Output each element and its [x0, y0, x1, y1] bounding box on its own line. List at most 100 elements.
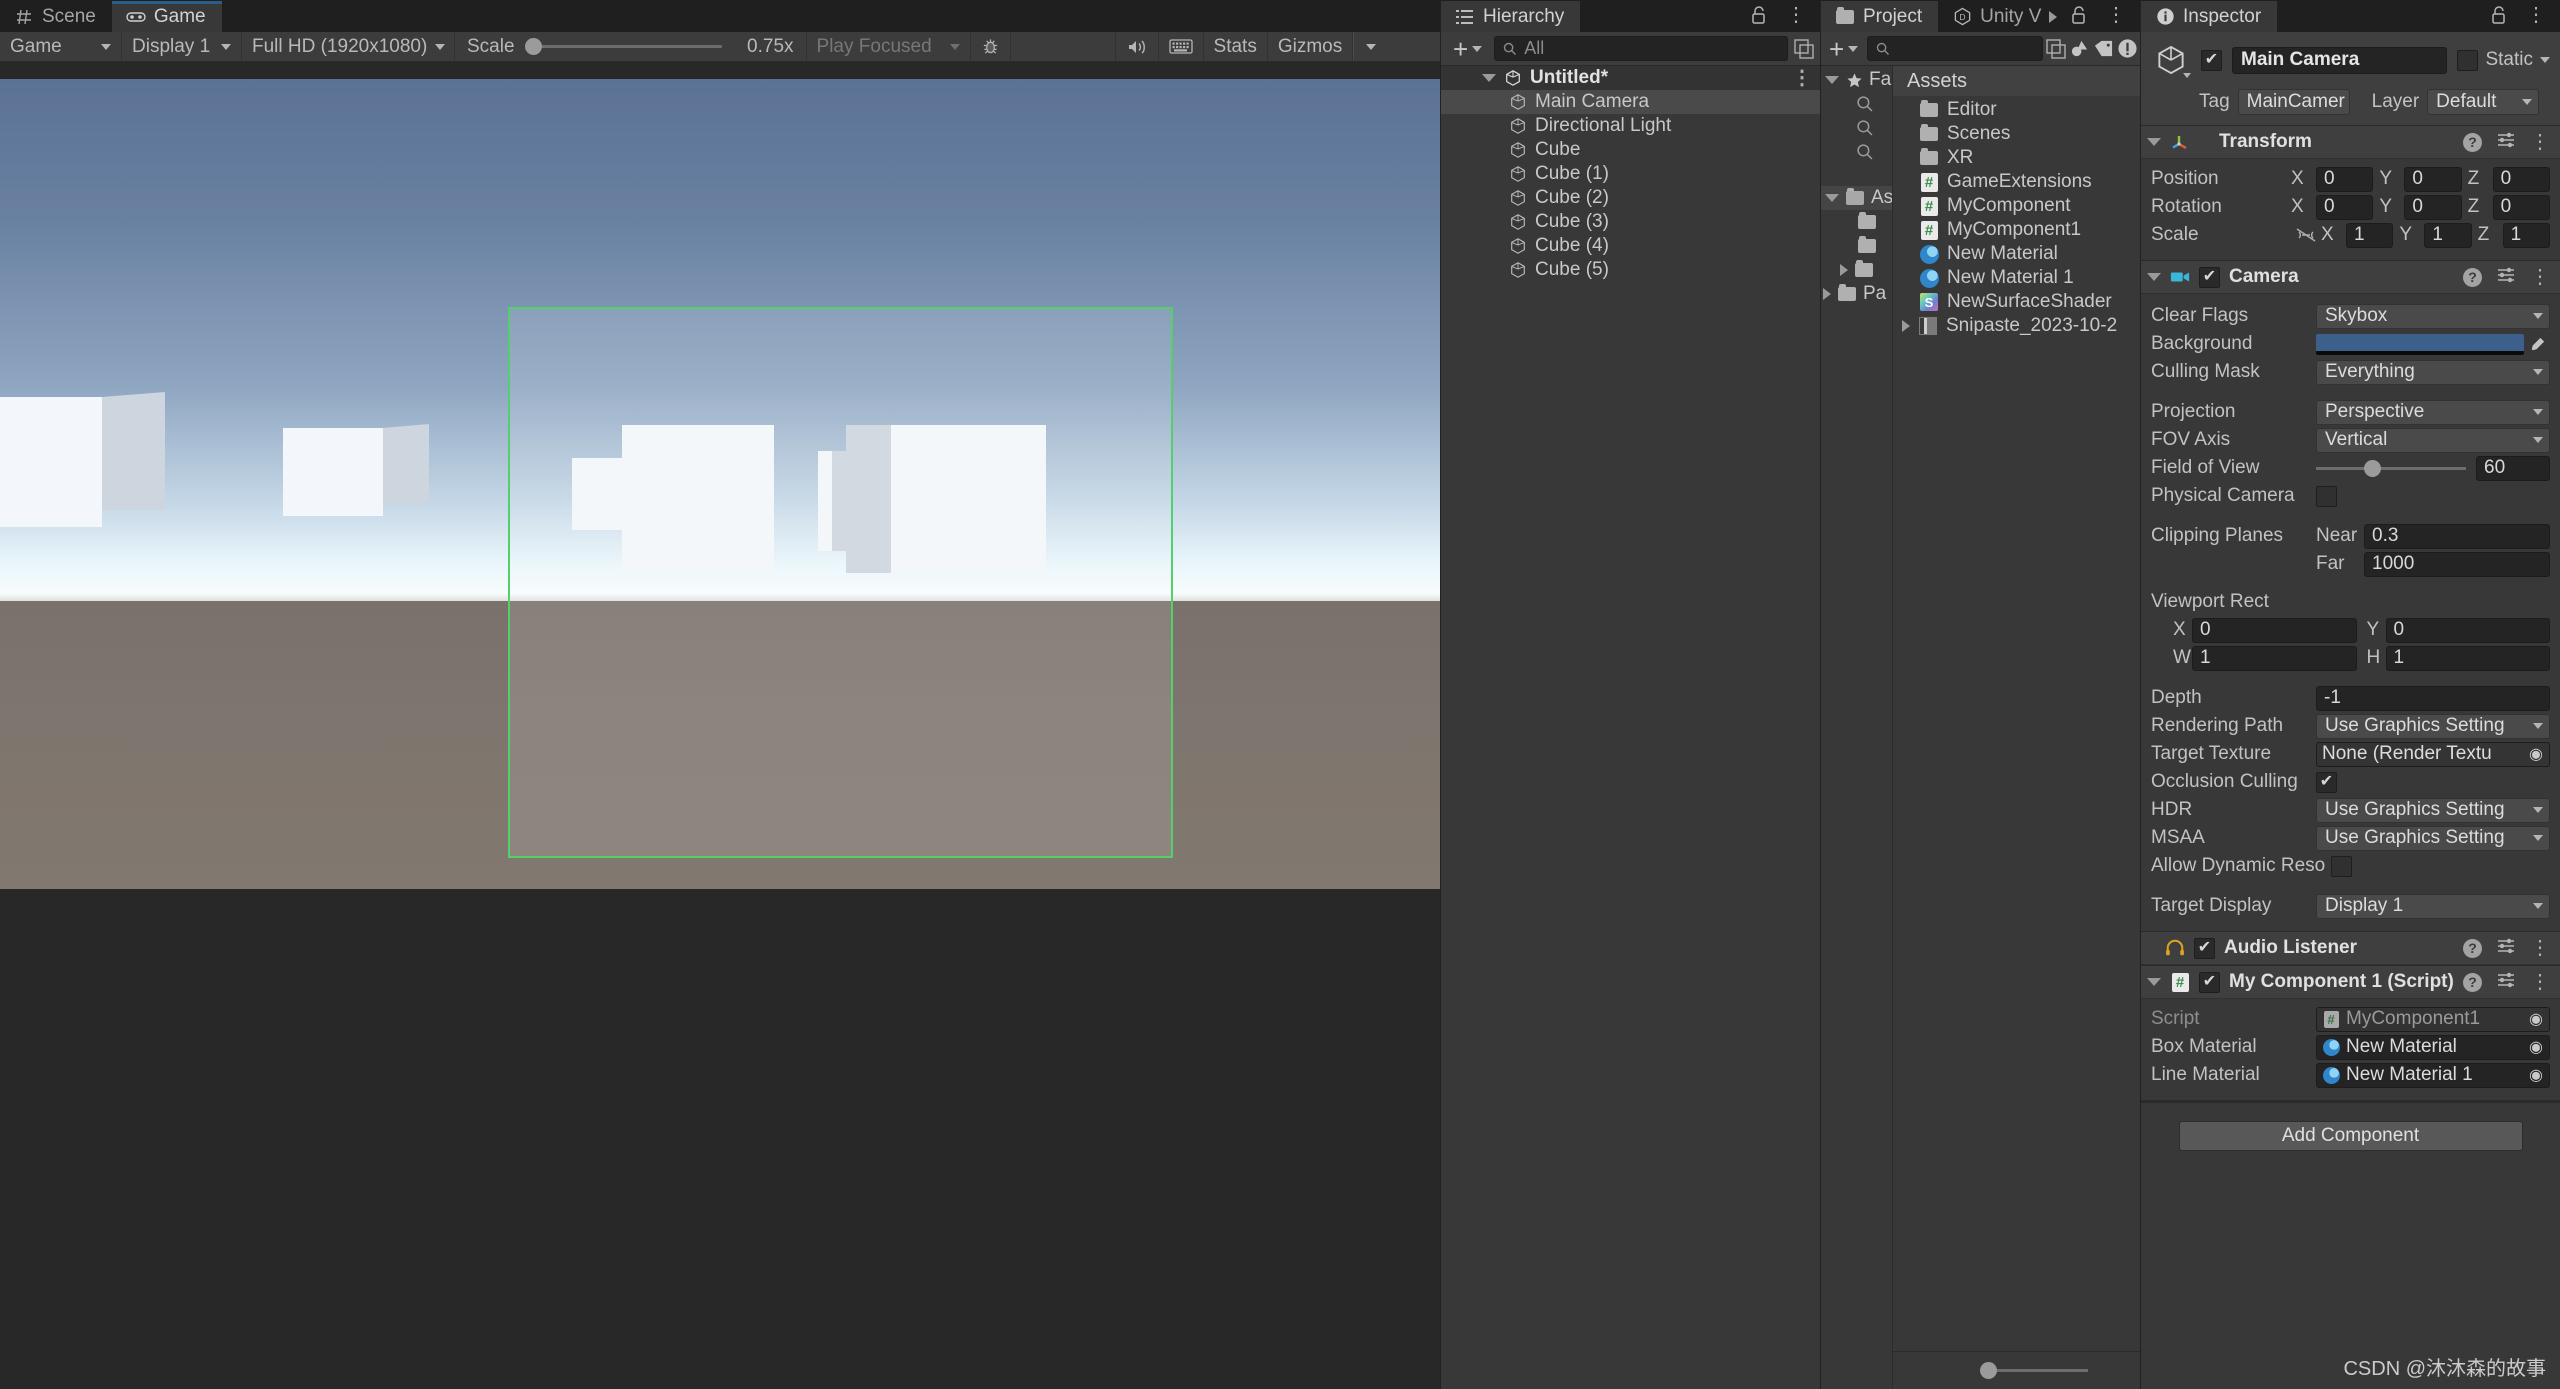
position-z-input[interactable]: 0 [2492, 166, 2550, 192]
camera-enabled-checkbox[interactable]: ✔ [2199, 266, 2220, 288]
my-component-enabled-checkbox[interactable]: ✔ [2199, 971, 2220, 993]
search-by-type-icon[interactable] [2069, 39, 2090, 59]
allow-dynamic-checkbox[interactable]: ✔ [2331, 855, 2352, 877]
hierarchy-tree[interactable]: Untitled* ⋮ Main Camera Directional Ligh… [1441, 66, 1820, 1389]
eyedropper-icon[interactable] [2524, 335, 2550, 354]
search-by-label-icon[interactable] [2093, 39, 2114, 59]
hierarchy-item-directional-light[interactable]: Directional Light [1441, 114, 1820, 138]
project-tree-assets[interactable]: As [1821, 186, 1892, 210]
project-tree-favorites[interactable]: Fa [1821, 68, 1892, 92]
tab-inspector[interactable]: Inspector [2141, 1, 2278, 32]
position-y-input[interactable]: 0 [2404, 166, 2462, 192]
viewport-w-input[interactable]: 1 [2192, 645, 2357, 671]
chevron-down-icon[interactable] [2183, 73, 2191, 78]
preset-icon[interactable] [2496, 970, 2516, 995]
culling-mask-dropdown[interactable]: Everything [2316, 359, 2550, 385]
asset-row-editor[interactable]: Editor [1893, 98, 2140, 122]
gameobject-name-input[interactable]: Main Camera [2232, 46, 2448, 74]
hierarchy-item-cube-4[interactable]: Cube (4) [1441, 234, 1820, 258]
static-checkbox[interactable]: ✔ [2457, 49, 2479, 71]
transform-header[interactable]: Transform ? ⋮ [2141, 126, 2560, 159]
kebab-menu-icon[interactable]: ⋮ [2530, 132, 2550, 152]
preset-icon[interactable] [2496, 265, 2516, 290]
msaa-dropdown[interactable]: Use Graphics Setting [2316, 825, 2550, 851]
hierarchy-scene-root[interactable]: Untitled* ⋮ [1441, 66, 1820, 90]
kebab-menu-icon[interactable]: ⋮ [1786, 5, 1806, 25]
lock-icon[interactable] [2490, 5, 2510, 25]
asset-row-scenes[interactable]: Scenes [1893, 122, 2140, 146]
aspect-ratio-dropdown[interactable]: Game [0, 32, 122, 61]
display-dropdown[interactable]: Display 1 [122, 32, 242, 61]
kebab-menu-icon[interactable]: ⋮ [2530, 972, 2550, 992]
asset-row-new-material[interactable]: New Material [1893, 242, 2140, 266]
scale-slider-handle[interactable] [524, 38, 542, 55]
viewport-h-input[interactable]: 1 [2385, 645, 2550, 671]
target-texture-objectfield[interactable]: None (Render Textu ◉ [2316, 741, 2550, 767]
rotation-z-input[interactable]: 0 [2492, 194, 2550, 220]
chevron-down-icon[interactable] [2540, 57, 2550, 63]
add-component-button[interactable]: Add Component [2178, 1121, 2523, 1151]
preset-icon[interactable] [2496, 936, 2516, 961]
hierarchy-item-cube-1[interactable]: Cube (1) [1441, 162, 1820, 186]
bug-icon-button[interactable] [971, 32, 1011, 61]
rotation-x-input[interactable]: 0 [2316, 194, 2374, 220]
depth-input[interactable]: -1 [2316, 685, 2550, 711]
position-x-input[interactable]: 0 [2316, 166, 2374, 192]
asset-row-mycomponent[interactable]: # MyComponent [1893, 194, 2140, 218]
asset-row-xr[interactable]: XR [1893, 146, 2140, 170]
asset-row-new-material-1[interactable]: New Material 1 [1893, 266, 2140, 290]
gizmos-dropdown[interactable] [1353, 32, 1388, 61]
clear-flags-dropdown[interactable]: Skybox [2316, 303, 2550, 329]
object-picker-icon[interactable]: ◉ [2525, 1064, 2547, 1086]
my-component-header[interactable]: # ✔ My Component 1 (Script) ? ⋮ [2141, 966, 2560, 999]
mute-audio-button[interactable] [1116, 32, 1159, 61]
field-of-view-input[interactable]: 60 [2476, 455, 2550, 481]
tab-hierarchy[interactable]: Hierarchy [1441, 1, 1581, 32]
project-tree-subfolder[interactable] [1821, 234, 1892, 258]
triangle-right-icon[interactable] [2049, 10, 2058, 23]
scrollbar-handle[interactable] [1980, 1362, 1997, 1379]
triangle-down-icon[interactable] [2147, 978, 2161, 986]
project-horizontal-scrollbar[interactable] [1893, 1351, 2140, 1389]
far-input[interactable]: 1000 [2364, 551, 2550, 577]
camera-header[interactable]: ✔ Camera ? ⋮ [2141, 261, 2560, 294]
hierarchy-item-cube[interactable]: Cube [1441, 138, 1820, 162]
kebab-menu-icon[interactable]: ⋮ [1792, 68, 1812, 88]
hierarchy-add-button[interactable]: + [1447, 36, 1488, 62]
triangle-right-icon[interactable] [1840, 264, 1848, 276]
asset-row-mycomponent1[interactable]: # MyComponent1 [1893, 218, 2140, 242]
static-group[interactable]: ✔ Static [2457, 49, 2550, 71]
project-expand-icon[interactable] [2046, 38, 2066, 59]
resolution-dropdown[interactable]: Full HD (1920x1080) [242, 32, 455, 61]
layer-dropdown[interactable]: Default [2427, 89, 2540, 115]
help-icon[interactable]: ? [2463, 132, 2482, 152]
constrain-proportions-icon[interactable] [2291, 225, 2321, 245]
occlusion-culling-checkbox[interactable]: ✔ [2316, 771, 2337, 793]
asset-row-gameextensions[interactable]: # GameExtensions [1893, 170, 2140, 194]
stats-keyboard-button[interactable] [1159, 32, 1204, 61]
asset-list[interactable]: Editor Scenes XR # GameExtensions # MyCo… [1893, 96, 2140, 1351]
object-picker-icon[interactable]: ◉ [2525, 1008, 2547, 1030]
rendering-path-dropdown[interactable]: Use Graphics Setting [2316, 713, 2550, 739]
triangle-right-icon[interactable] [1823, 288, 1831, 300]
rotation-y-input[interactable]: 0 [2404, 194, 2462, 220]
line-material-objectfield[interactable]: New Material 1 ◉ [2316, 1062, 2550, 1088]
scale-x-input[interactable]: 1 [2346, 222, 2394, 248]
triangle-down-icon[interactable] [2147, 273, 2161, 281]
tag-dropdown[interactable]: MainCamer [2237, 89, 2350, 115]
box-material-objectfield[interactable]: New Material ◉ [2316, 1034, 2550, 1060]
scale-z-input[interactable]: 1 [2502, 222, 2550, 248]
project-search-input[interactable] [1867, 36, 2043, 61]
triangle-down-icon[interactable] [1825, 76, 1839, 84]
project-add-button[interactable]: + [1823, 36, 1864, 62]
hierarchy-item-cube-2[interactable]: Cube (2) [1441, 186, 1820, 210]
project-tree-saved-search[interactable] [1821, 140, 1892, 164]
asset-row-newsurfaceshader[interactable]: S NewSurfaceShader [1893, 290, 2140, 314]
tab-unity-version-control[interactable]: D Unity V [1938, 1, 2066, 32]
game-render-area[interactable] [0, 62, 1440, 1389]
target-display-dropdown[interactable]: Display 1 [2316, 893, 2550, 919]
field-of-view-slider[interactable] [2316, 459, 2466, 477]
viewport-y-input[interactable]: 0 [2385, 617, 2550, 643]
hdr-dropdown[interactable]: Use Graphics Setting [2316, 797, 2550, 823]
project-tree-packages[interactable]: Pa [1821, 282, 1892, 306]
